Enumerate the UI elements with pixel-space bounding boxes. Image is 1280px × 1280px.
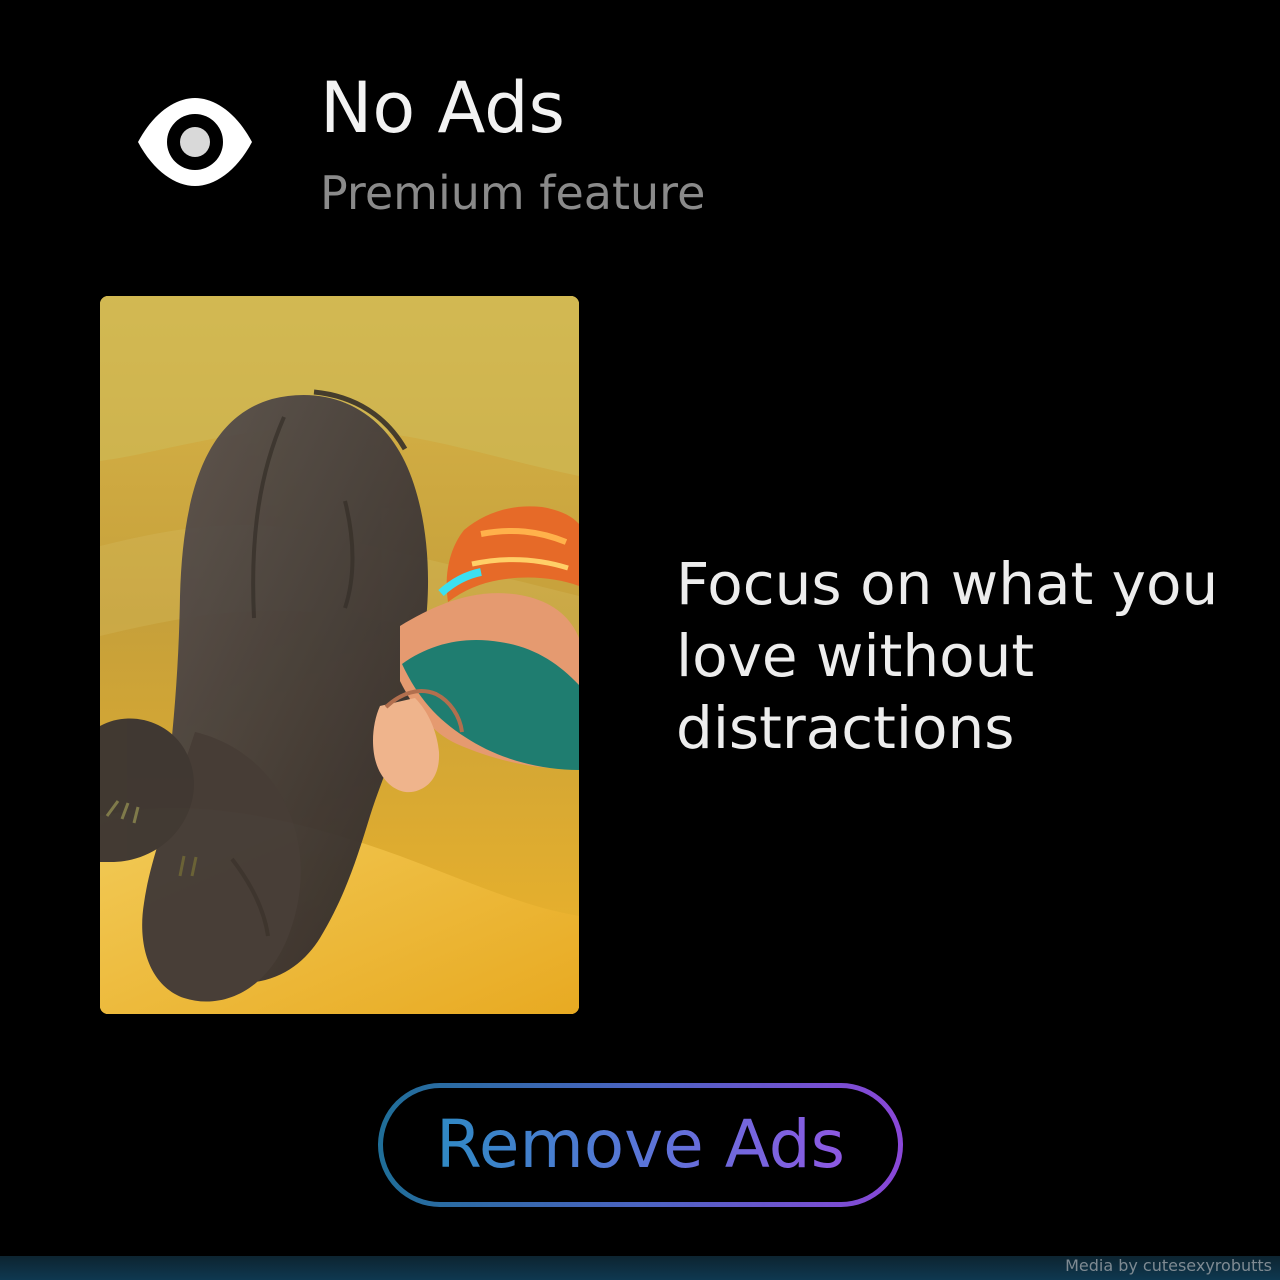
media-card [100,296,579,1014]
feature-header: No Ads Premium feature [0,0,1280,260]
media-credit: Media by cutesexyrobutts [1065,1256,1272,1275]
eye-icon [136,96,254,188]
premium-feature-label: Premium feature [320,166,706,220]
remove-ads-button-inner[interactable]: Remove Ads [383,1088,898,1202]
page-title: No Ads [320,67,565,149]
remove-ads-label: Remove Ads [435,1106,846,1183]
feature-description: Focus on what you love without distracti… [676,550,1219,762]
remove-ads-button[interactable]: Remove Ads [378,1083,903,1207]
artwork-image [100,296,579,1014]
